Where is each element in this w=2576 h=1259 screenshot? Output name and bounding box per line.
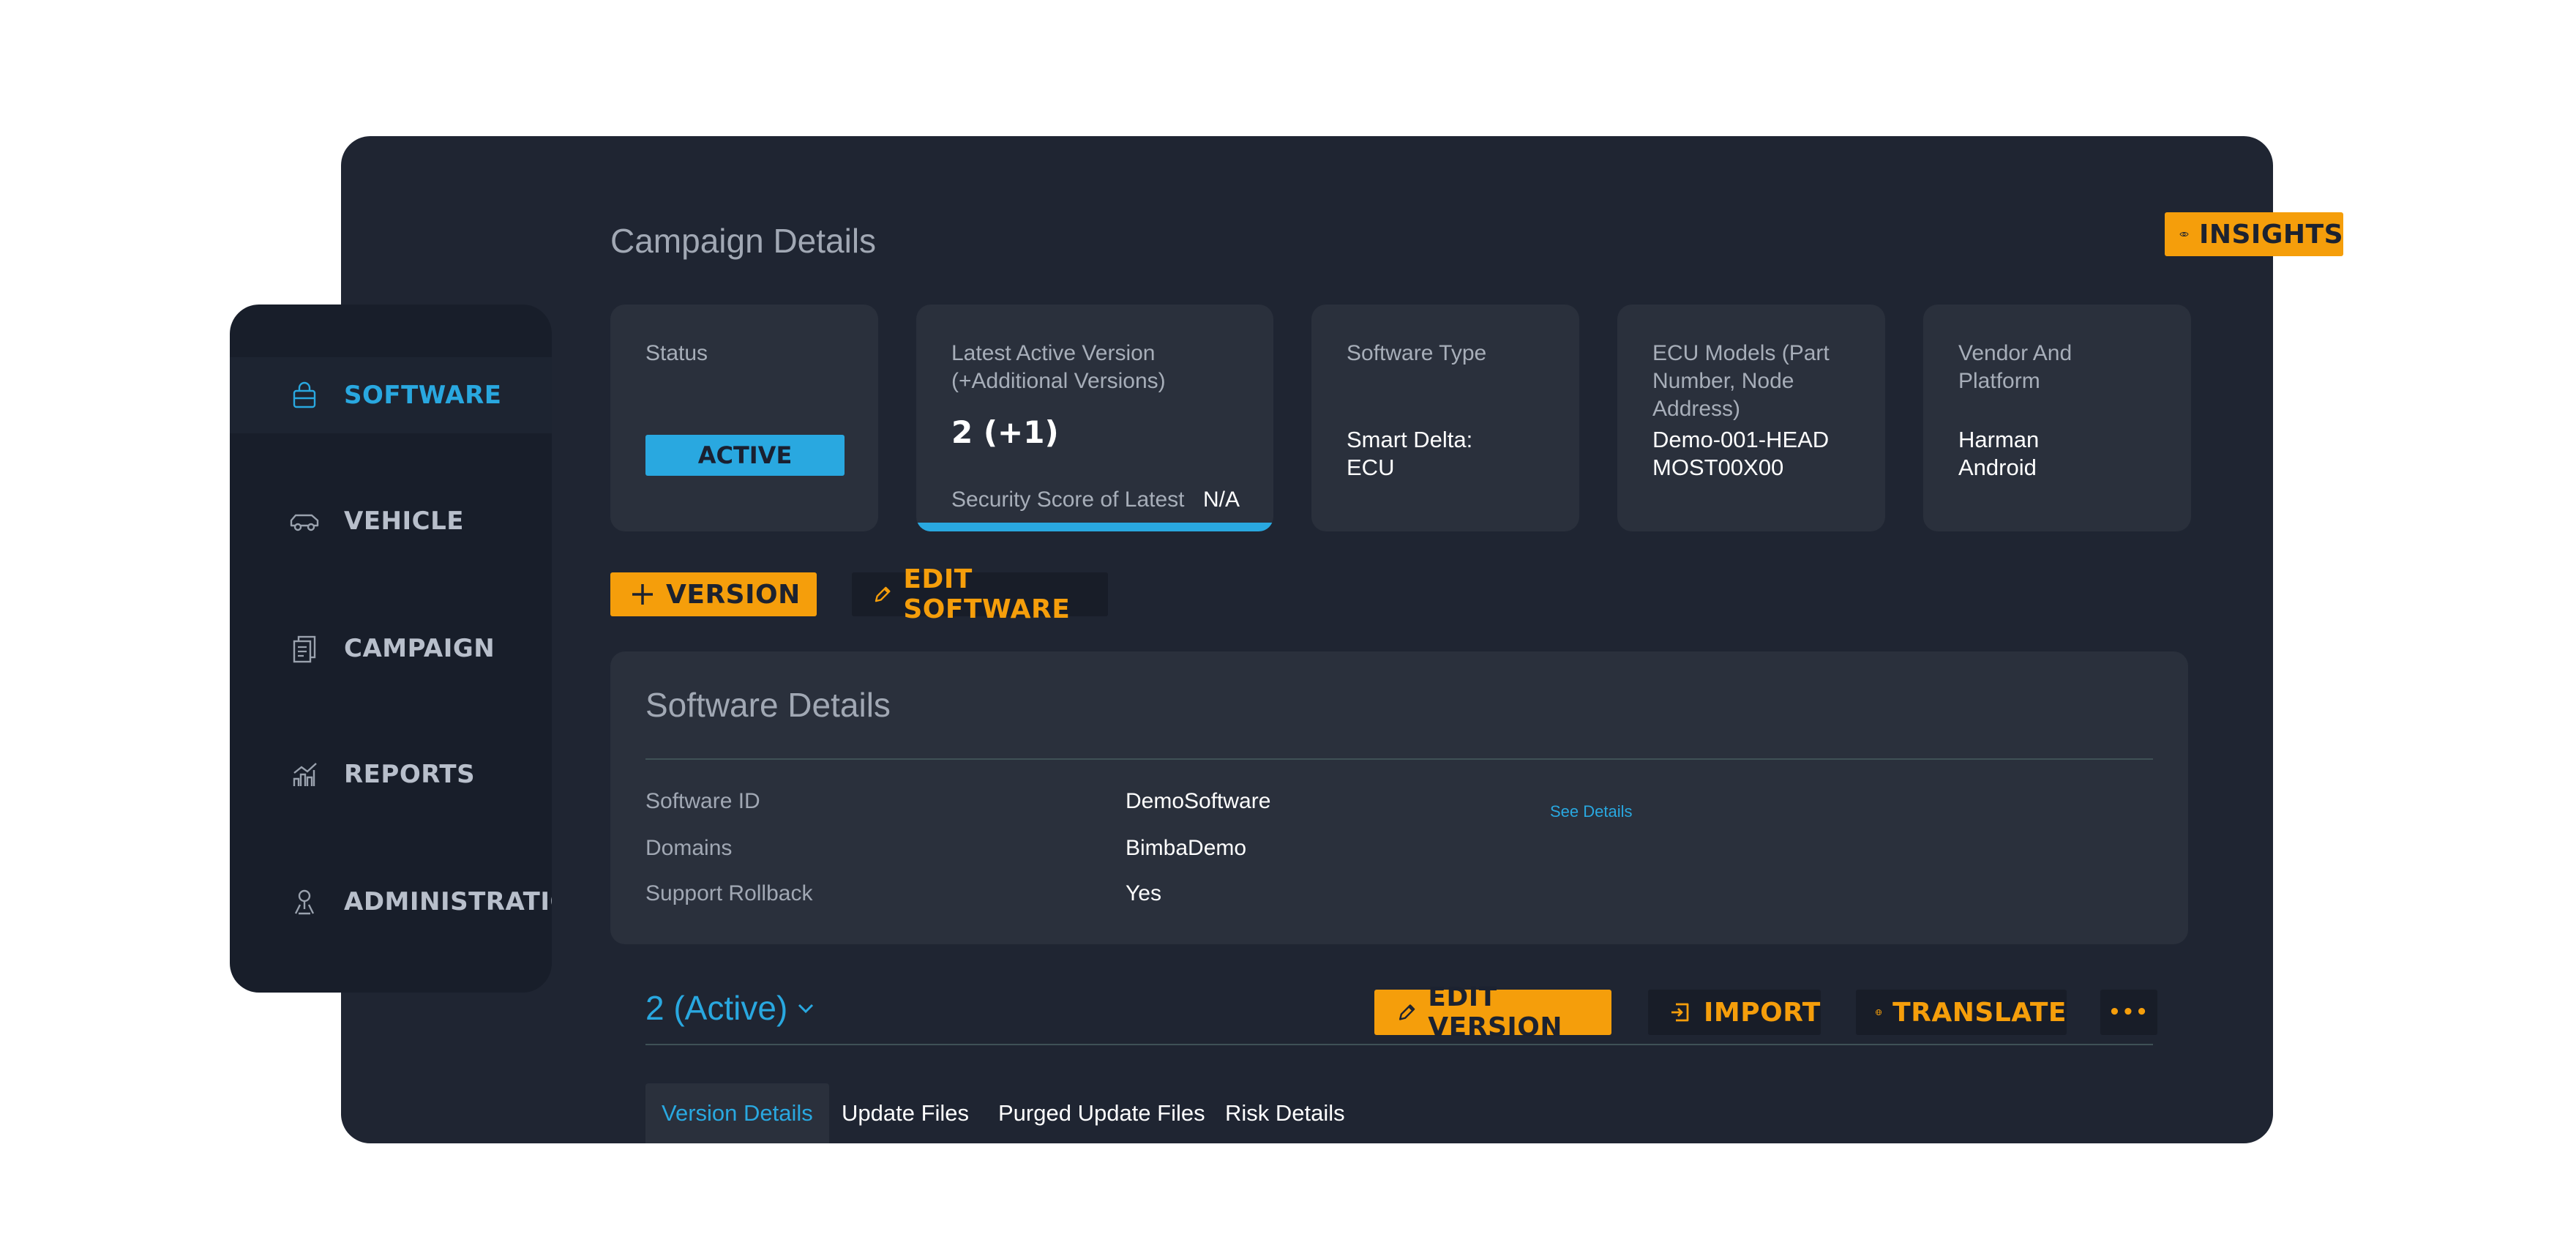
chevron-down-icon [798, 1004, 814, 1014]
edit-software-label: EDIT SOFTWARE [903, 564, 1071, 624]
status-card: Status ACTIVE [610, 305, 878, 531]
more-options-icon: ••• [2108, 1001, 2149, 1023]
edit-version-button[interactable]: EDIT VERSION [1374, 982, 1611, 1042]
main-panel: Campaign Details Status ACTIVE Latest Ac… [341, 136, 2273, 1143]
latest-version-label-line1: Latest Active Version [951, 341, 1156, 365]
tab-purged-update-files[interactable]: Purged Update Files [998, 1083, 1205, 1143]
divider [645, 1044, 2153, 1045]
sidebar-item-label: ADMINISTRATION [344, 887, 552, 916]
see-details-link[interactable]: See Details [1550, 802, 1633, 821]
version-selector-label: 2 (Active) [645, 989, 788, 1027]
active-indicator-bar [916, 523, 1273, 531]
import-label: IMPORT [1704, 997, 1821, 1028]
domains-label: Domains [645, 836, 733, 860]
pencil-icon [1399, 1004, 1415, 1020]
sidebar-item-label: VEHICLE [344, 507, 464, 536]
software-type-value-line1: Smart Delta: [1347, 427, 1473, 452]
administration-icon [288, 886, 321, 918]
edit-version-label: EDIT VERSION [1428, 982, 1563, 1042]
vendor-value-line2: Android [1958, 455, 2037, 480]
translate-button[interactable]: TRANSLATE [1856, 990, 2067, 1035]
software-details-title: Software Details [645, 686, 891, 724]
ecu-models-card: ECU Models (Part Number, Node Address) D… [1617, 305, 1885, 531]
latest-version-value: 2 (+1) [951, 414, 1059, 450]
latest-version-label-line2: (+Additional Versions) [951, 369, 1166, 393]
globe-icon [1876, 1009, 1882, 1016]
sidebar-item-campaign[interactable]: CAMPAIGN [230, 610, 552, 687]
translate-label: TRANSLATE [1892, 997, 2067, 1028]
tab-version-details[interactable]: Version Details [645, 1083, 829, 1143]
import-button[interactable]: IMPORT [1648, 990, 1821, 1035]
software-type-card: Software Type Smart Delta: ECU [1311, 305, 1579, 531]
plus-icon [632, 584, 653, 605]
sidebar-item-label: REPORTS [344, 760, 476, 789]
vendor-value-line1: Harman [1958, 427, 2040, 452]
sidebar-item-vehicle[interactable]: VEHICLE [230, 483, 552, 559]
domains-value: BimbaDemo [1126, 836, 1247, 860]
tab-risk-details[interactable]: Risk Details [1225, 1083, 1345, 1143]
status-badge: ACTIVE [645, 435, 845, 476]
ecu-models-value-line1: Demo-001-HEAD [1652, 427, 1830, 452]
software-id-value: DemoSoftware [1126, 789, 1271, 813]
reports-icon [288, 758, 321, 791]
vendor-label-line2: Platform [1958, 369, 2040, 393]
pencil-icon [875, 586, 891, 602]
software-id-label: Software ID [645, 789, 760, 813]
ecu-models-value-line2: MOST00X00 [1652, 455, 1784, 480]
security-score-value: N/A [1203, 487, 1240, 512]
sidebar: SOFTWARE VEHICLE CAMPAIGN REPORTS ADMINI… [230, 305, 552, 993]
support-rollback-label: Support Rollback [645, 881, 813, 905]
add-version-label: VERSION [666, 579, 801, 610]
software-type-value-line2: ECU [1347, 455, 1395, 480]
insights-label: INSIGHTS [2198, 219, 2343, 250]
software-details-panel: Software Details Software ID DemoSoftwar… [610, 651, 2188, 944]
vendor-platform-card: Vendor And Platform Harman Android [1923, 305, 2191, 531]
tab-update-files[interactable]: Update Files [842, 1083, 969, 1143]
add-version-button[interactable]: VERSION [610, 572, 817, 616]
software-type-label: Software Type [1347, 341, 1487, 365]
latest-version-card[interactable]: Latest Active Version (+Additional Versi… [916, 305, 1273, 531]
sidebar-item-administration[interactable]: ADMINISTRATION [230, 864, 552, 940]
status-label: Status [645, 341, 708, 365]
ecu-models-label-line1: ECU Models (Part [1652, 341, 1830, 365]
ecu-models-label-line2: Number, Node Address) [1652, 369, 1794, 421]
divider [645, 758, 2153, 760]
version-selector[interactable]: 2 (Active) [645, 988, 817, 1028]
page-title: Campaign Details [610, 222, 877, 260]
more-options-button[interactable]: ••• [2100, 990, 2157, 1035]
insights-button[interactable]: INSIGHTS [2165, 212, 2343, 256]
sidebar-item-reports[interactable]: REPORTS [230, 736, 552, 812]
import-icon [1671, 1003, 1689, 1022]
vendor-label-line1: Vendor And [1958, 341, 2073, 365]
sidebar-item-label: SOFTWARE [344, 381, 502, 410]
support-rollback-value: Yes [1126, 881, 1161, 905]
edit-software-button[interactable]: EDIT SOFTWARE [852, 564, 1108, 624]
vehicle-icon [288, 505, 321, 537]
security-score-label: Security Score of Latest [951, 487, 1185, 512]
software-icon [288, 379, 321, 411]
sidebar-item-software[interactable]: SOFTWARE [230, 357, 552, 433]
eye-icon [2179, 232, 2189, 236]
sidebar-item-label: CAMPAIGN [344, 634, 495, 663]
campaign-icon [288, 632, 321, 665]
